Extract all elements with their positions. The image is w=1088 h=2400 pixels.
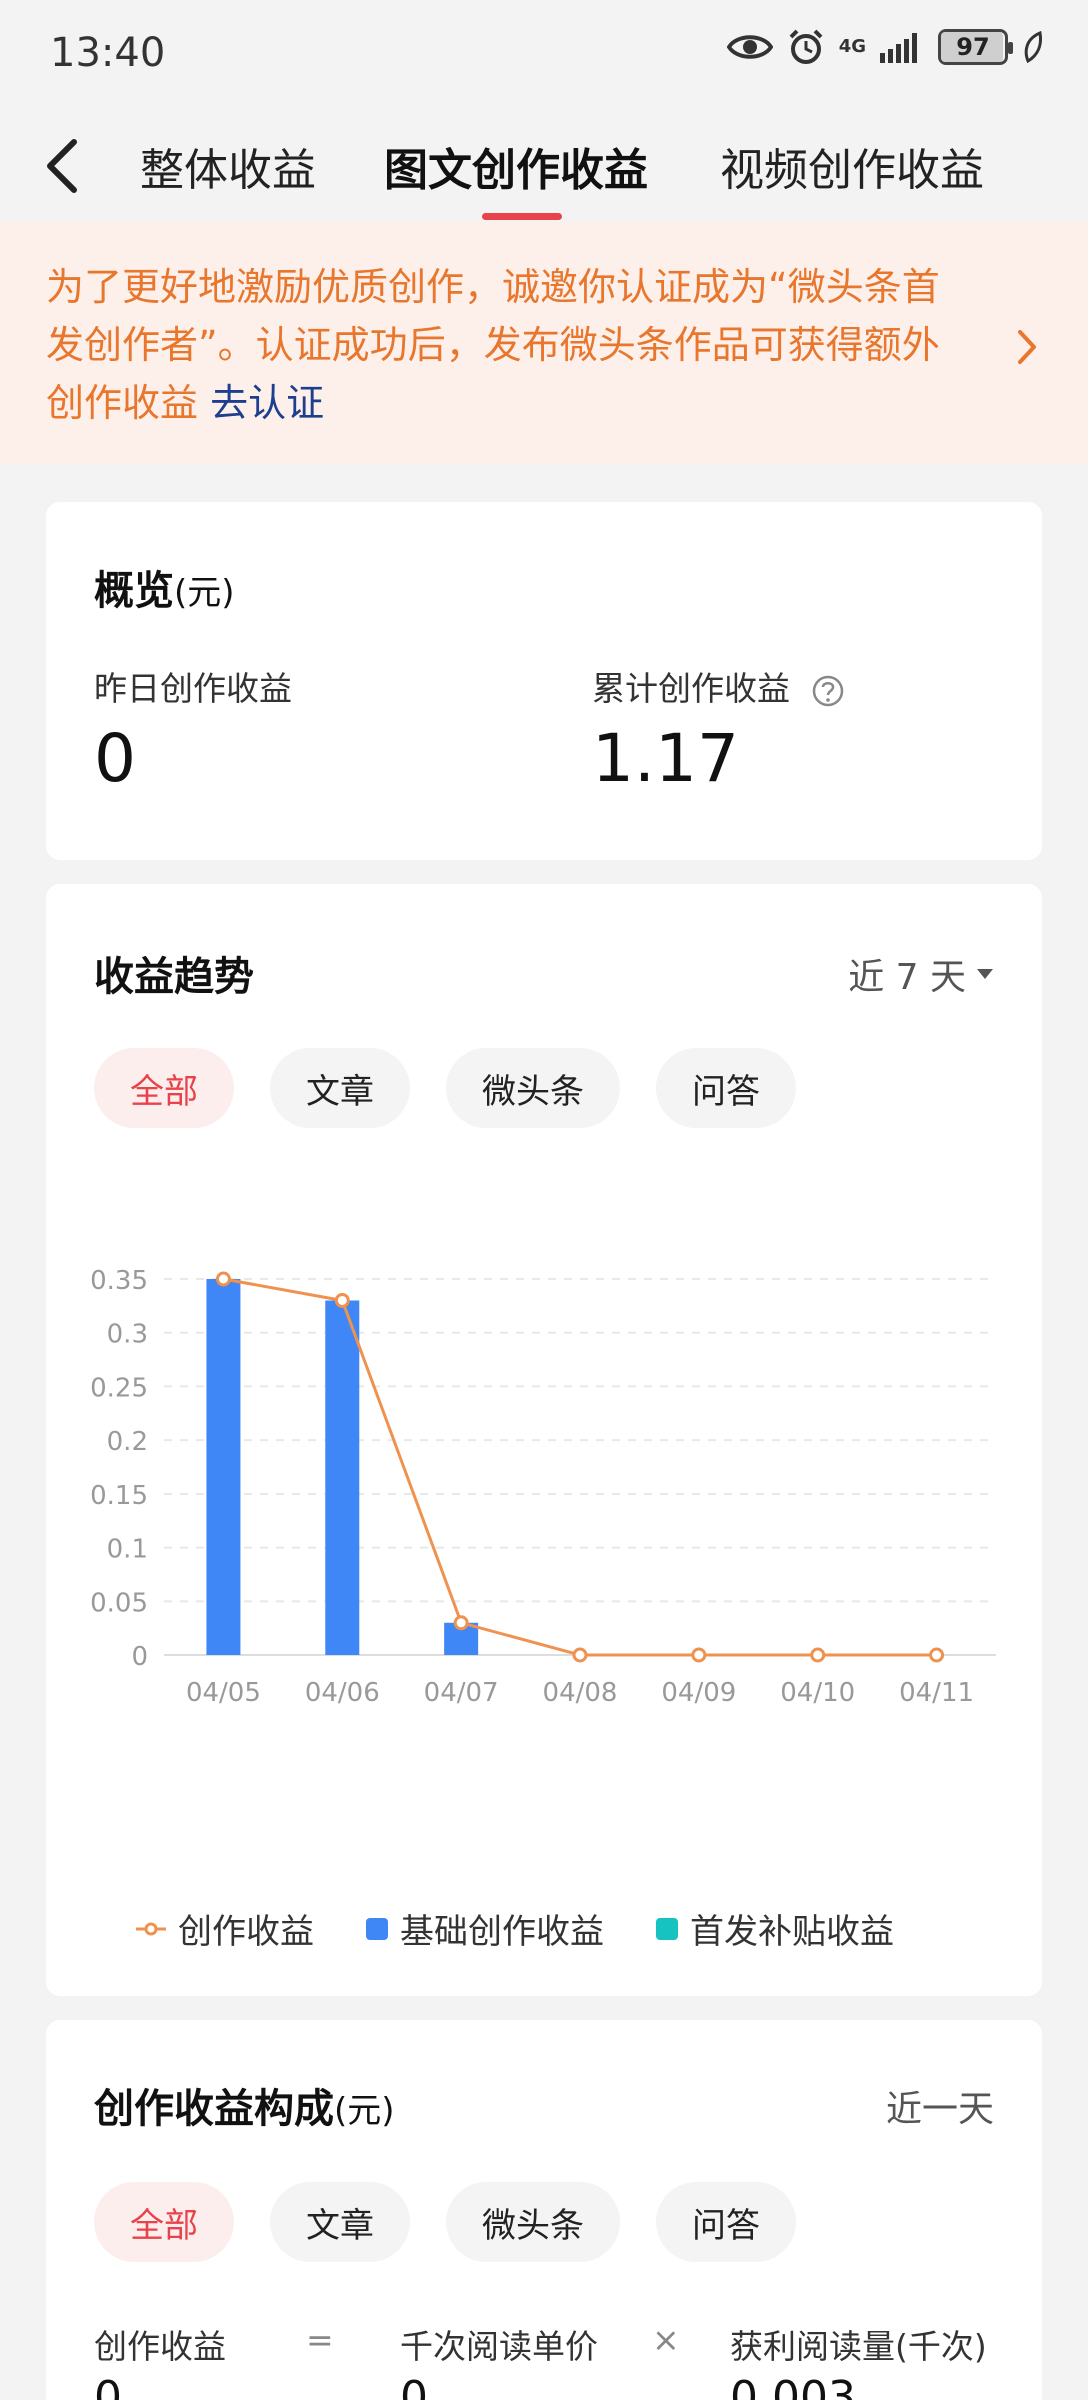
eye-icon <box>726 35 773 59</box>
line-point <box>810 1647 826 1663</box>
formula-reads-label: 获利阅读量(千次) <box>730 2327 987 2366</box>
status-time: 13:40 <box>50 30 166 76</box>
formula-times: × <box>652 2320 680 2359</box>
status-icons: 4G 97 <box>726 28 1044 66</box>
x-tick-label: 04/10 <box>780 1678 855 1708</box>
trend-filter-all[interactable]: 全部 <box>94 1048 234 1128</box>
legend-item-subsidy[interactable]: 首发补贴收益 <box>656 1904 894 1953</box>
yesterday-earnings-label: 昨日创作收益 <box>94 669 292 708</box>
total-earnings-value: 1.17 <box>592 720 739 797</box>
line-point <box>215 1271 231 1287</box>
tab-article-earnings[interactable]: 图文创作收益 <box>384 134 648 198</box>
square-marker-icon <box>656 1917 678 1940</box>
legend-item-total[interactable]: 创作收益 <box>136 1904 314 1953</box>
x-tick-label: 04/05 <box>186 1678 261 1708</box>
battery-indicator: 97 <box>938 29 1013 65</box>
formula-equals: = <box>306 2320 334 2359</box>
composition-filter-qa[interactable]: 问答 <box>656 2182 796 2262</box>
trend-card: 收益趋势 近 7 天 全部 文章 微头条 问答 0 0.05 0.1 0.15 0.2 0… <box>46 884 1042 1996</box>
alarm-icon <box>789 29 823 64</box>
trend-filter-microtoutiao[interactable]: 微头条 <box>446 1048 620 1128</box>
yesterday-earnings-value: 0 <box>94 720 136 797</box>
overview-title: 概览(元) <box>94 568 235 614</box>
chart-legend: 创作收益 基础创作收益 首发补贴收益 <box>136 1904 894 1953</box>
composition-range[interactable]: 近一天 <box>886 2080 994 2132</box>
formula-reads-value: 0.003 <box>730 2372 856 2400</box>
trend-filter-article[interactable]: 文章 <box>270 1048 410 1128</box>
y-tick-label: 0 <box>131 1642 148 1672</box>
square-marker-icon <box>366 1917 388 1940</box>
signal-icon <box>880 33 917 63</box>
battery-level: 97 <box>956 33 990 61</box>
composition-filter-microtoutiao[interactable]: 微头条 <box>446 2182 620 2262</box>
formula-earnings-value: 0 <box>94 2372 122 2400</box>
x-tick-label: 04/06 <box>305 1678 380 1708</box>
y-tick-label: 0.3 <box>107 1320 148 1350</box>
status-bar: 13:40 4G 97 <box>0 0 1088 110</box>
certify-link[interactable]: 去认证 <box>210 381 324 425</box>
line-point <box>572 1647 588 1663</box>
x-tick-label: 04/08 <box>543 1678 618 1708</box>
back-arrow-icon[interactable] <box>40 136 90 196</box>
legend-item-basic[interactable]: 基础创作收益 <box>366 1904 604 1953</box>
composition-filter-row: 全部 文章 微头条 问答 <box>94 2182 796 2262</box>
formula-earnings-label: 创作收益 <box>94 2327 226 2366</box>
network-type: 4G <box>838 36 866 57</box>
overview-unit: (元) <box>174 573 235 613</box>
total-earnings-label: 累计创作收益 <box>592 662 845 710</box>
line-point <box>453 1615 469 1631</box>
top-nav: 整体收益 图文创作收益 视频创作收益 <box>0 110 1088 222</box>
composition-card: 创作收益构成(元) 近一天 全部 文章 微头条 问答 创作收益 = 千次阅读单价… <box>46 2020 1042 2400</box>
trend-title: 收益趋势 <box>94 954 254 1000</box>
x-tick-label: 04/09 <box>661 1678 736 1708</box>
banner-text: 为了更好地激励优质创作，诚邀你认证成为“微头条首发创作者”。认证成功后，发布微头… <box>46 265 940 425</box>
formula-unit-price-value: 0 <box>400 2372 428 2400</box>
help-icon[interactable] <box>811 674 845 708</box>
trend-range-dropdown[interactable]: 近 7 天 <box>848 948 994 1000</box>
y-tick-label: 0.2 <box>107 1427 148 1457</box>
trend-chart: 0 0.05 0.1 0.15 0.2 0.25 0.3 0.35 04/05 04/06 04/0… <box>90 1266 996 1708</box>
composition-filter-all[interactable]: 全部 <box>94 2182 234 2262</box>
line-point <box>691 1647 707 1663</box>
line-point <box>334 1292 350 1308</box>
y-tick-label: 0.1 <box>107 1535 148 1565</box>
line-marker-icon <box>136 1922 166 1935</box>
trend-filter-row: 全部 文章 微头条 问答 <box>94 1048 796 1128</box>
tab-overall[interactable]: 整体收益 <box>140 134 316 198</box>
bar <box>206 1279 241 1655</box>
overview-card: 概览(元) 昨日创作收益 0 累计创作收益 1.17 <box>46 502 1042 860</box>
formula-unit-price-label: 千次阅读单价 <box>400 2327 598 2366</box>
composition-filter-article[interactable]: 文章 <box>270 2182 410 2262</box>
x-tick-label: 04/11 <box>899 1678 974 1708</box>
y-tick-label: 0.25 <box>90 1373 148 1403</box>
line-point <box>929 1647 945 1663</box>
bar <box>325 1300 360 1655</box>
leaf-icon <box>1024 31 1042 63</box>
trend-filter-qa[interactable]: 问答 <box>656 1048 796 1128</box>
y-tick-label: 0.05 <box>90 1588 148 1618</box>
active-tab-indicator <box>482 213 562 220</box>
tab-video-earnings[interactable]: 视频创作收益 <box>720 134 984 198</box>
x-tick-label: 04/07 <box>424 1678 499 1708</box>
composition-unit: (元) <box>334 2091 395 2131</box>
certification-banner[interactable]: 为了更好地激励优质创作，诚邀你认证成为“微头条首发创作者”。认证成功后，发布微头… <box>0 222 1088 464</box>
caret-down-icon <box>977 969 993 979</box>
chevron-right-icon[interactable] <box>1008 322 1048 372</box>
composition-title: 创作收益构成(元) <box>94 2086 395 2132</box>
y-tick-label: 0.15 <box>90 1481 148 1511</box>
y-tick-label: 0.35 <box>90 1266 148 1296</box>
